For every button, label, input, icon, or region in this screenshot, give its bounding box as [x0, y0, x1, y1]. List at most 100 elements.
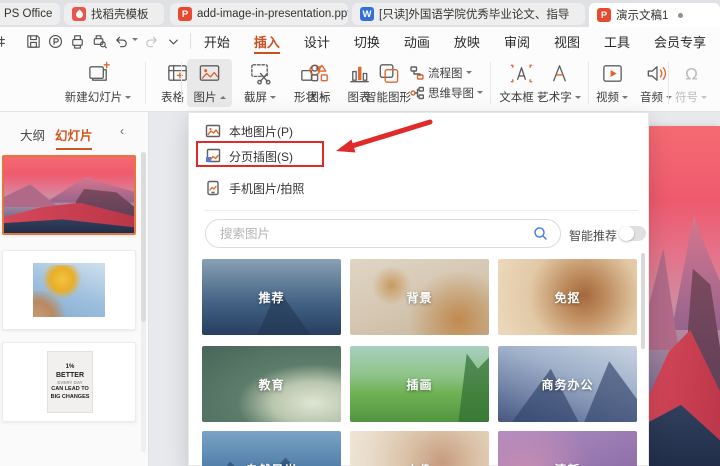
- tab-presentation1[interactable]: P 演示文稿1: [589, 3, 720, 27]
- menu-design[interactable]: 设计: [292, 27, 342, 55]
- svg-text:Ω: Ω: [685, 64, 697, 83]
- ppt-icon: P: [597, 8, 611, 22]
- category-card-background[interactable]: 背景: [350, 259, 489, 335]
- tab-slides[interactable]: 幻灯片: [55, 125, 93, 144]
- button-label: 符号: [675, 89, 698, 105]
- category-card-portrait[interactable]: 人像: [350, 431, 489, 466]
- undo-icon[interactable]: [111, 31, 131, 51]
- category-card-nature[interactable]: 自然风光: [202, 431, 341, 466]
- divider: [145, 62, 146, 104]
- category-label: 插画: [406, 376, 432, 393]
- smart-recommend-label: 智能推荐: [569, 227, 617, 244]
- category-label: 商务办公: [541, 376, 593, 393]
- video-button[interactable]: 视频: [590, 59, 634, 107]
- slide-panel: 大纲 幻灯片 ‹ 1% BETTER EVERY DAY CAN LEAD TO…: [0, 112, 149, 466]
- menu-insert[interactable]: 插入: [242, 27, 292, 55]
- poster-line: CAN LEAD TO: [51, 386, 88, 393]
- flower-image: [33, 263, 105, 317]
- menu-item-label: 手机图片/拍照: [229, 180, 304, 197]
- screenshot-icon: [248, 61, 273, 86]
- slide-thumbnail-3[interactable]: 1% BETTER EVERY DAY CAN LEAD TO BIG CHAN…: [2, 342, 136, 422]
- audio-icon: [644, 61, 669, 86]
- button-label: 流程图: [428, 65, 463, 81]
- clipped-menu-icon[interactable]: [0, 31, 12, 51]
- smart-recommend-toggle[interactable]: [619, 226, 646, 241]
- divider: [668, 62, 669, 104]
- wps-presentation-window: PS Office 找稻壳模板 P add-image-in-presentat…: [0, 0, 720, 466]
- menu-home[interactable]: 开始: [192, 27, 242, 55]
- print-icon[interactable]: [67, 31, 87, 51]
- button-label: 思维导图: [428, 85, 474, 101]
- symbol-icon: Ω: [679, 61, 704, 86]
- menu-animation[interactable]: 动画: [392, 27, 442, 55]
- smartart-icon: [376, 61, 401, 86]
- category-card-illustration[interactable]: 插画: [350, 346, 489, 422]
- button-label: 音频: [640, 89, 663, 105]
- mindmap-button[interactable]: 思维导图: [410, 83, 490, 102]
- smartart-button[interactable]: 智能图形: [358, 59, 418, 107]
- print-preview-icon[interactable]: [89, 31, 109, 51]
- tab-label: 演示文稿1: [616, 7, 668, 23]
- tab-readonly-word-doc[interactable]: W [只读]外国语学院优秀毕业论文、指导: [352, 3, 585, 25]
- menu-transition[interactable]: 切换: [342, 27, 392, 55]
- category-card-recommend[interactable]: 推荐: [202, 259, 341, 335]
- mindmap-icon: [410, 86, 424, 100]
- poster-line: BETTER: [56, 371, 84, 380]
- poster-line: 1%: [66, 363, 75, 371]
- search-icon[interactable]: [533, 226, 548, 241]
- export-pdf-icon[interactable]: [45, 31, 65, 51]
- chevron-down-icon: [477, 91, 483, 97]
- menubar: 开始 插入 设计 切换 动画 放映 审阅 视图 工具 会员专享: [0, 27, 720, 55]
- collapse-panel-icon[interactable]: ‹: [120, 124, 136, 140]
- annotation-highlight-rect: [196, 141, 324, 167]
- poster-image: 1% BETTER EVERY DAY CAN LEAD TO BIG CHAN…: [47, 351, 93, 413]
- menu-item-phone-image[interactable]: 手机图片/拍照: [197, 176, 497, 200]
- panel-scrollbar[interactable]: [141, 152, 146, 452]
- search-input[interactable]: [206, 227, 533, 241]
- screenshot-button[interactable]: 截屏: [236, 59, 284, 107]
- picture-button[interactable]: 图片: [187, 59, 232, 107]
- category-card-business[interactable]: 商务办公: [498, 346, 637, 422]
- tab-docer-template[interactable]: 找稻壳模板: [64, 3, 164, 25]
- category-label: 教育: [258, 376, 284, 393]
- divider: [190, 33, 191, 49]
- chevron-down-icon[interactable]: [132, 38, 138, 44]
- tab-outline[interactable]: 大纲: [20, 125, 45, 144]
- menu-view[interactable]: 视图: [542, 27, 592, 55]
- category-card-education[interactable]: 教育: [202, 346, 341, 422]
- tab-wps-office[interactable]: PS Office: [0, 3, 60, 25]
- word-icon: W: [360, 7, 374, 21]
- tab-label: [只读]外国语学院优秀毕业论文、指导: [379, 6, 569, 22]
- icons-button[interactable]: 图标: [300, 59, 338, 107]
- slide-thumbnail-1[interactable]: [2, 155, 136, 235]
- button-label: 新建幻灯片: [65, 89, 123, 105]
- menu-review[interactable]: 审阅: [492, 27, 542, 55]
- button-label: 智能图形: [365, 89, 411, 105]
- tab-add-image-presentation[interactable]: P add-image-in-presentation.pptx: [170, 3, 348, 25]
- category-card-fresh[interactable]: 清新: [498, 431, 637, 466]
- diagram-button-stack: 流程图 思维导图: [410, 62, 490, 103]
- flowchart-button[interactable]: 流程图: [410, 63, 490, 82]
- button-label: 视频: [596, 89, 619, 105]
- chevron-down-icon[interactable]: [163, 31, 183, 51]
- unsaved-dot-icon: [678, 13, 683, 18]
- formula-button[interactable]: 公式: [712, 59, 720, 107]
- slide-thumbnail-2[interactable]: [2, 250, 136, 330]
- dropdown-scrollbar[interactable]: [641, 253, 645, 349]
- local-image-icon: [205, 123, 221, 139]
- panel-tabs: 大纲 幻灯片 ‹: [0, 122, 149, 148]
- menu-items: 开始 插入 设计 切换 动画 放映 审阅 视图 工具 会员专享: [192, 27, 718, 55]
- new-slide-button[interactable]: 新建幻灯片: [60, 59, 136, 107]
- tab-label: add-image-in-presentation.pptx: [197, 8, 348, 20]
- category-card-cutout[interactable]: 免抠: [498, 259, 637, 335]
- table-icon: [165, 61, 190, 86]
- menu-tools[interactable]: 工具: [592, 27, 642, 55]
- save-icon[interactable]: [23, 31, 43, 51]
- slide-canvas[interactable]: [649, 126, 720, 466]
- picture-icon: [197, 61, 222, 86]
- menu-membership[interactable]: 会员专享: [642, 27, 718, 55]
- chevron-up-icon: [220, 93, 226, 99]
- chevron-down-icon: [701, 96, 707, 102]
- menu-slideshow[interactable]: 放映: [442, 27, 492, 55]
- wordart-button[interactable]: 艺术字: [530, 59, 588, 107]
